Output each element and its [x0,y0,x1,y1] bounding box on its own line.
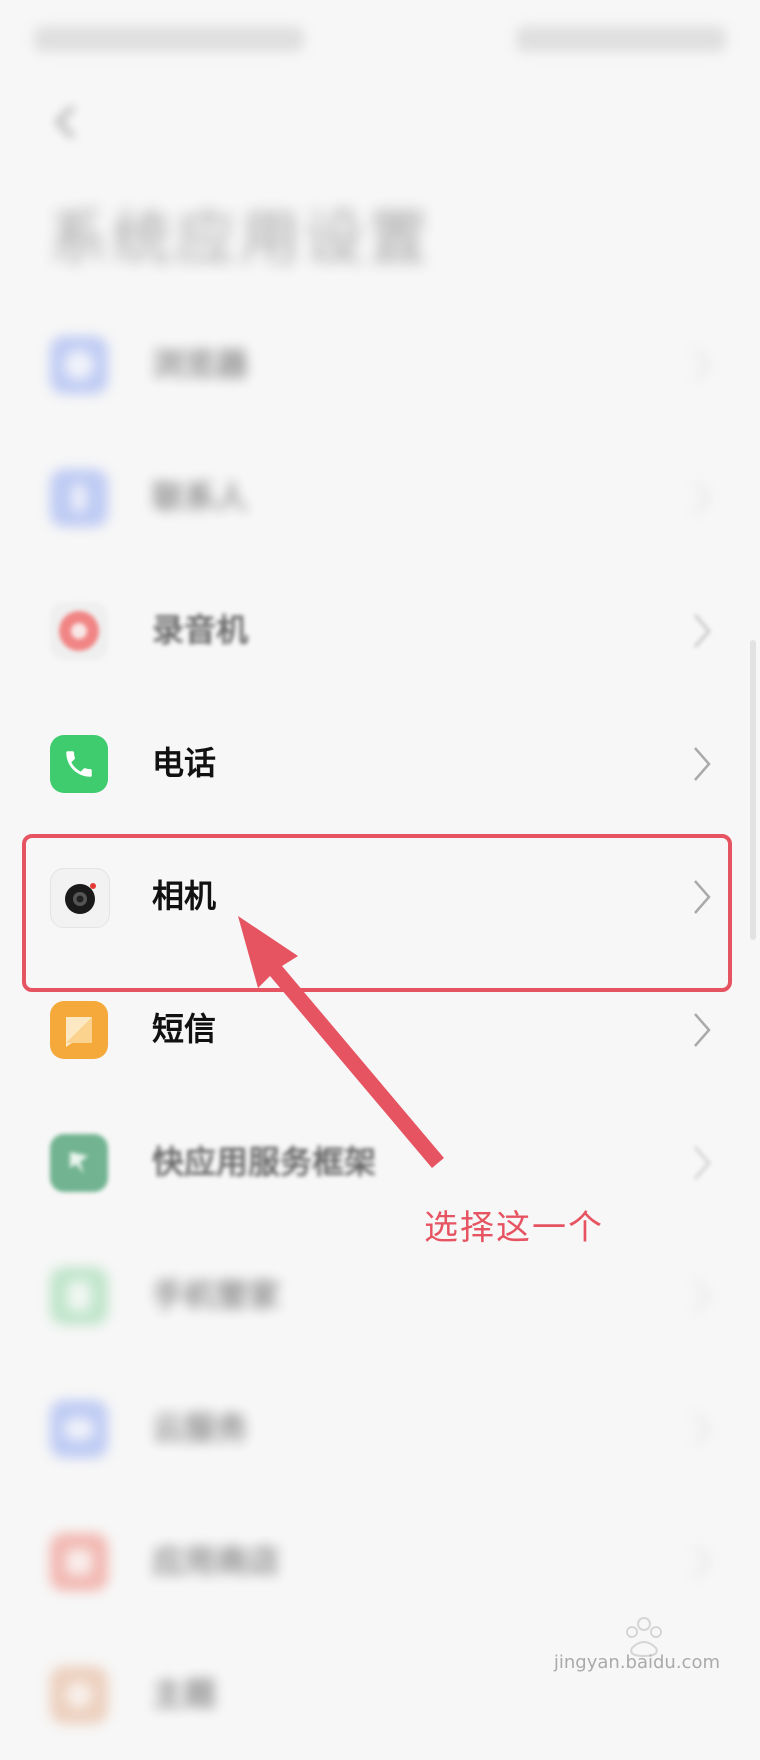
list-item-phone-manager[interactable]: 手机管家 [0,1231,760,1361]
back-arrow-icon[interactable] [44,100,88,144]
list-item-label: 主题 [152,1675,217,1713]
chevron-right-icon [694,1013,711,1047]
chevron-right-icon [694,614,711,648]
chevron-right-icon [694,747,711,781]
chevron-right-icon [694,348,711,382]
quick-app-icon [50,1134,108,1192]
list-item-label: 联系人 [152,478,249,516]
theme-icon [50,1666,108,1724]
list-item-app-store[interactable]: 应用商店 [0,1497,760,1627]
list-item-label: 手机管家 [152,1276,281,1314]
chevron-right-icon [694,481,711,515]
phone-icon [50,735,108,793]
status-time-area [34,26,304,52]
chevron-right-icon [694,1279,711,1313]
recorder-icon [50,602,108,660]
status-bar [0,0,760,80]
cloud-icon [50,1400,108,1458]
status-icons-area [516,26,726,52]
annotation-arrow-icon [238,916,444,1168]
list-item-label: 录音机 [152,611,249,649]
list-item-browser[interactable]: 浏览器 [0,300,760,430]
chevron-right-icon [694,1146,711,1180]
list-item-cloud[interactable]: 云服务 [0,1364,760,1494]
contacts-icon [50,469,108,527]
page-title: 系统应用设置 [48,204,432,274]
list-item-label: 电话 [152,744,217,782]
list-item-label: 应用商店 [152,1542,281,1580]
annotation-text: 选择这一个 [424,1208,604,1248]
chevron-right-icon [694,1412,711,1446]
list-item-label: 相机 [152,877,217,915]
phone-manager-icon [50,1267,108,1325]
chevron-right-icon [694,880,711,914]
scrollbar[interactable] [750,640,756,940]
list-item-label: 短信 [152,1010,217,1048]
browser-icon [50,336,108,394]
app-store-icon [50,1533,108,1591]
list-item-label: 浏览器 [152,345,249,383]
list-item-contacts[interactable]: 联系人 [0,433,760,563]
camera-icon [50,868,110,928]
chevron-right-icon [694,1545,711,1579]
list-item-label: 云服务 [152,1409,249,1447]
watermark-text: jingyan.baidu.com [553,1652,720,1673]
list-item-phone[interactable]: 电话 [0,699,760,829]
messages-icon [50,1001,108,1059]
list-item-recorder[interactable]: 录音机 [0,566,760,696]
